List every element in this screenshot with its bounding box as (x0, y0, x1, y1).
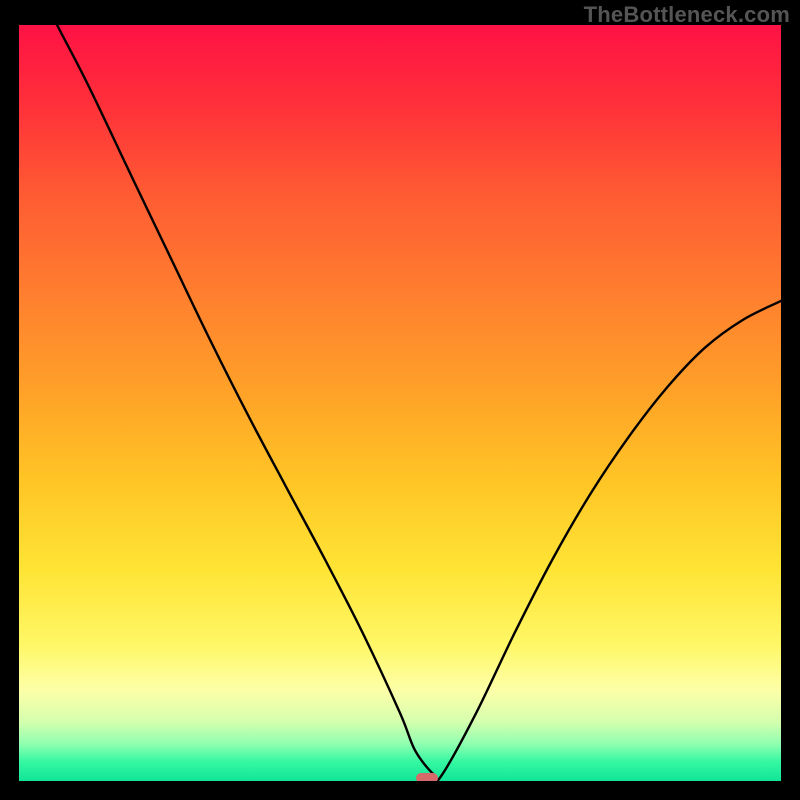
chart-frame: TheBottleneck.com (0, 0, 800, 800)
watermark-text: TheBottleneck.com (584, 2, 790, 28)
plot-area (19, 25, 781, 781)
min-marker-icon (416, 773, 438, 781)
bottleneck-curve (19, 25, 781, 781)
